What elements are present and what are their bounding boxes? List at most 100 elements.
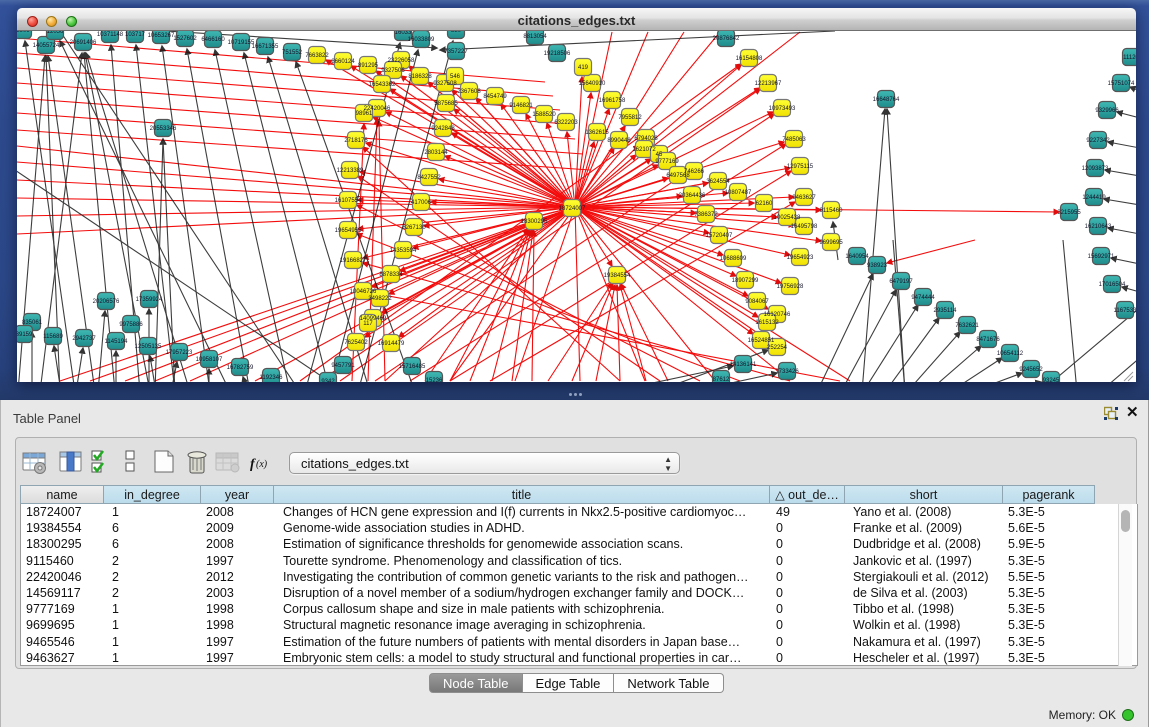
svg-text:6322203: 6322203 <box>554 120 578 126</box>
svg-text:19218506: 19218506 <box>544 51 571 57</box>
svg-text:10025438: 10025438 <box>774 215 801 221</box>
svg-text:17957223: 17957223 <box>166 350 193 356</box>
svg-text:746266: 746266 <box>684 169 705 175</box>
svg-text:751552: 751552 <box>282 50 303 56</box>
svg-text:12213967: 12213967 <box>755 81 782 87</box>
svg-text:117: 117 <box>363 321 373 327</box>
svg-text:6466160: 6466160 <box>201 37 225 43</box>
svg-text:2803144: 2803144 <box>424 150 448 156</box>
svg-text:10973493: 10973493 <box>769 106 796 112</box>
svg-text:1362615: 1362615 <box>585 130 609 136</box>
svg-text:16033: 16033 <box>395 30 412 36</box>
svg-text:8909: 8909 <box>16 28 30 34</box>
svg-text:17016504: 17016504 <box>1099 282 1126 288</box>
svg-text:19654955: 19654955 <box>335 228 362 234</box>
svg-text:1145194: 1145194 <box>105 339 129 345</box>
svg-text:16154808: 16154808 <box>736 56 763 62</box>
svg-text:9463627: 9463627 <box>792 195 816 201</box>
svg-text:18724007: 18724007 <box>559 206 586 212</box>
svg-text:1733426: 1733426 <box>775 369 799 375</box>
svg-text:(x): (x) <box>256 459 268 470</box>
svg-text:835061: 835061 <box>22 320 43 326</box>
svg-text:8267130: 8267130 <box>402 225 426 231</box>
svg-text:16107554: 16107554 <box>335 198 362 204</box>
svg-text:8990448: 8990448 <box>607 138 631 144</box>
svg-text:115689: 115689 <box>43 334 63 340</box>
svg-text:14353594: 14353594 <box>390 248 417 254</box>
svg-text:417006: 417006 <box>411 200 432 206</box>
svg-text:3624554: 3624554 <box>706 179 730 185</box>
svg-text:5875685: 5875685 <box>434 101 458 107</box>
svg-text:15751074: 15751074 <box>1108 81 1135 87</box>
svg-text:8471676: 8471676 <box>976 337 1000 343</box>
svg-text:7632621: 7632621 <box>955 323 979 329</box>
svg-text:16495798: 16495798 <box>791 224 818 230</box>
svg-text:8813054: 8813054 <box>523 34 547 40</box>
svg-text:98961: 98961 <box>356 111 373 117</box>
svg-text:9474444: 9474444 <box>911 295 935 301</box>
svg-text:1167533: 1167533 <box>1114 308 1138 314</box>
svg-text:10807487: 10807487 <box>725 190 752 196</box>
svg-text:20553346: 20553346 <box>150 126 177 132</box>
svg-text:16543362: 16543362 <box>369 82 396 88</box>
svg-text:19756928: 19756928 <box>777 284 804 290</box>
svg-text:16782759: 16782759 <box>227 365 254 371</box>
svg-text:8454749: 8454749 <box>483 94 507 100</box>
svg-text:10371148: 10371148 <box>97 32 124 38</box>
svg-text:8186328: 8186328 <box>408 74 432 80</box>
svg-text:16961758: 16961758 <box>599 98 626 104</box>
svg-text:9975886: 9975886 <box>119 322 143 328</box>
svg-text:7386372: 7386372 <box>694 212 718 218</box>
svg-text:10654112: 10654112 <box>997 351 1024 357</box>
svg-text:1621072: 1621072 <box>632 147 656 153</box>
svg-text:2718176: 2718176 <box>344 138 368 144</box>
svg-text:62160: 62160 <box>756 201 773 207</box>
svg-text:1244419: 1244419 <box>1082 195 1106 201</box>
svg-text:10688609: 10688609 <box>720 256 747 262</box>
svg-text:546: 546 <box>450 74 461 80</box>
svg-text:23226058: 23226058 <box>388 58 415 64</box>
svg-text:10046726: 10046726 <box>350 289 377 295</box>
svg-text:3215955: 3215955 <box>1057 210 1081 216</box>
svg-text:15236: 15236 <box>426 378 443 384</box>
svg-text:14136141: 14136141 <box>730 362 757 368</box>
svg-text:20691406: 20691406 <box>70 40 97 46</box>
svg-text:8878334: 8878334 <box>379 272 403 278</box>
svg-text:2942737: 2942737 <box>72 336 96 342</box>
svg-text:9329966: 9329966 <box>1095 108 1119 114</box>
svg-text:16648764: 16648764 <box>873 97 900 103</box>
svg-text:7625402: 7625402 <box>344 340 368 346</box>
svg-text:16120746: 16120746 <box>764 312 791 318</box>
svg-text:9084067: 9084067 <box>745 299 769 305</box>
svg-text:15720407: 15720407 <box>706 233 733 239</box>
svg-text:12975115: 12975115 <box>787 164 814 170</box>
svg-text:12093873: 12093873 <box>1082 166 1109 172</box>
svg-text:45: 45 <box>656 152 663 158</box>
svg-text:10653267: 10653267 <box>148 33 175 39</box>
svg-text:12056: 12056 <box>47 29 64 35</box>
svg-text:9457791: 9457791 <box>331 363 355 369</box>
svg-text:1640954: 1640954 <box>845 254 869 260</box>
svg-text:1588520: 1588520 <box>532 112 556 118</box>
svg-text:419: 419 <box>578 65 589 71</box>
svg-text:891295: 891295 <box>358 63 379 69</box>
svg-text:12213389: 12213389 <box>337 168 364 174</box>
svg-text:1615132: 1615132 <box>755 320 779 326</box>
svg-text:14055724: 14055724 <box>33 43 60 49</box>
svg-text:93245: 93245 <box>1043 378 1060 384</box>
svg-text:18300295: 18300295 <box>521 219 548 225</box>
svg-text:7663822: 7663822 <box>305 53 329 59</box>
svg-text:15716485: 15716485 <box>399 364 426 370</box>
svg-text:880: 880 <box>451 28 462 34</box>
svg-text:15640910: 15640910 <box>579 81 606 87</box>
svg-text:39159: 39159 <box>16 332 33 338</box>
svg-text:9115460: 9115460 <box>820 208 844 214</box>
svg-text:20206576: 20206576 <box>93 299 120 305</box>
svg-text:2935114: 2935114 <box>934 308 958 314</box>
svg-text:3498222: 3498222 <box>368 296 392 302</box>
svg-text:7357227: 7357227 <box>444 49 468 55</box>
svg-text:7485063: 7485063 <box>782 137 806 143</box>
svg-text:16671355: 16671355 <box>252 44 279 50</box>
svg-text:17359924: 17359924 <box>136 297 163 303</box>
svg-text:2367608: 2367608 <box>457 89 481 95</box>
